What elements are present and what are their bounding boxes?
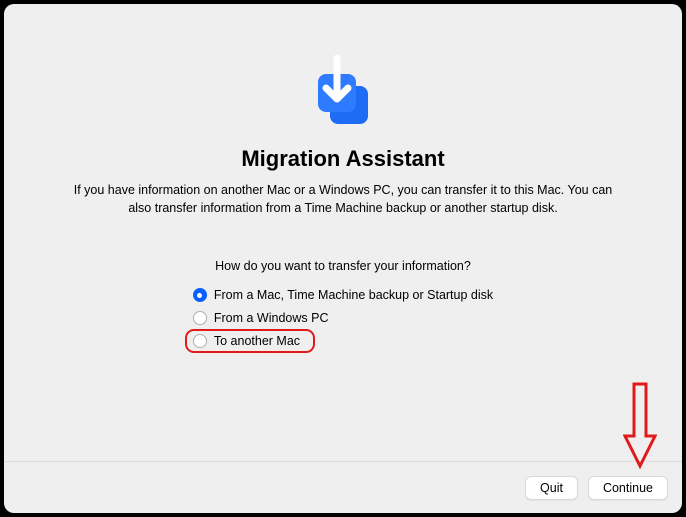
radio-selected-icon — [193, 288, 207, 302]
radio-icon — [193, 311, 207, 325]
option-to-another-mac[interactable]: To another Mac — [191, 333, 302, 349]
footer-bar: Quit Continue — [4, 461, 682, 513]
radio-icon — [193, 334, 207, 348]
continue-button[interactable]: Continue — [588, 476, 668, 500]
transfer-prompt: How do you want to transfer your informa… — [215, 259, 471, 273]
transfer-options: From a Mac, Time Machine backup or Start… — [191, 287, 495, 349]
content-area: Migration Assistant If you have informat… — [4, 4, 682, 461]
migration-assistant-window: Migration Assistant If you have informat… — [4, 4, 682, 513]
option-from-mac[interactable]: From a Mac, Time Machine backup or Start… — [191, 287, 495, 303]
option-from-windows-pc[interactable]: From a Windows PC — [191, 310, 331, 326]
migration-download-icon — [304, 52, 382, 130]
page-description: If you have information on another Mac o… — [43, 182, 643, 217]
option-label: From a Mac, Time Machine backup or Start… — [214, 288, 493, 302]
page-title: Migration Assistant — [241, 146, 444, 172]
quit-button[interactable]: Quit — [525, 476, 578, 500]
option-label: From a Windows PC — [214, 311, 329, 325]
option-label: To another Mac — [214, 334, 300, 348]
